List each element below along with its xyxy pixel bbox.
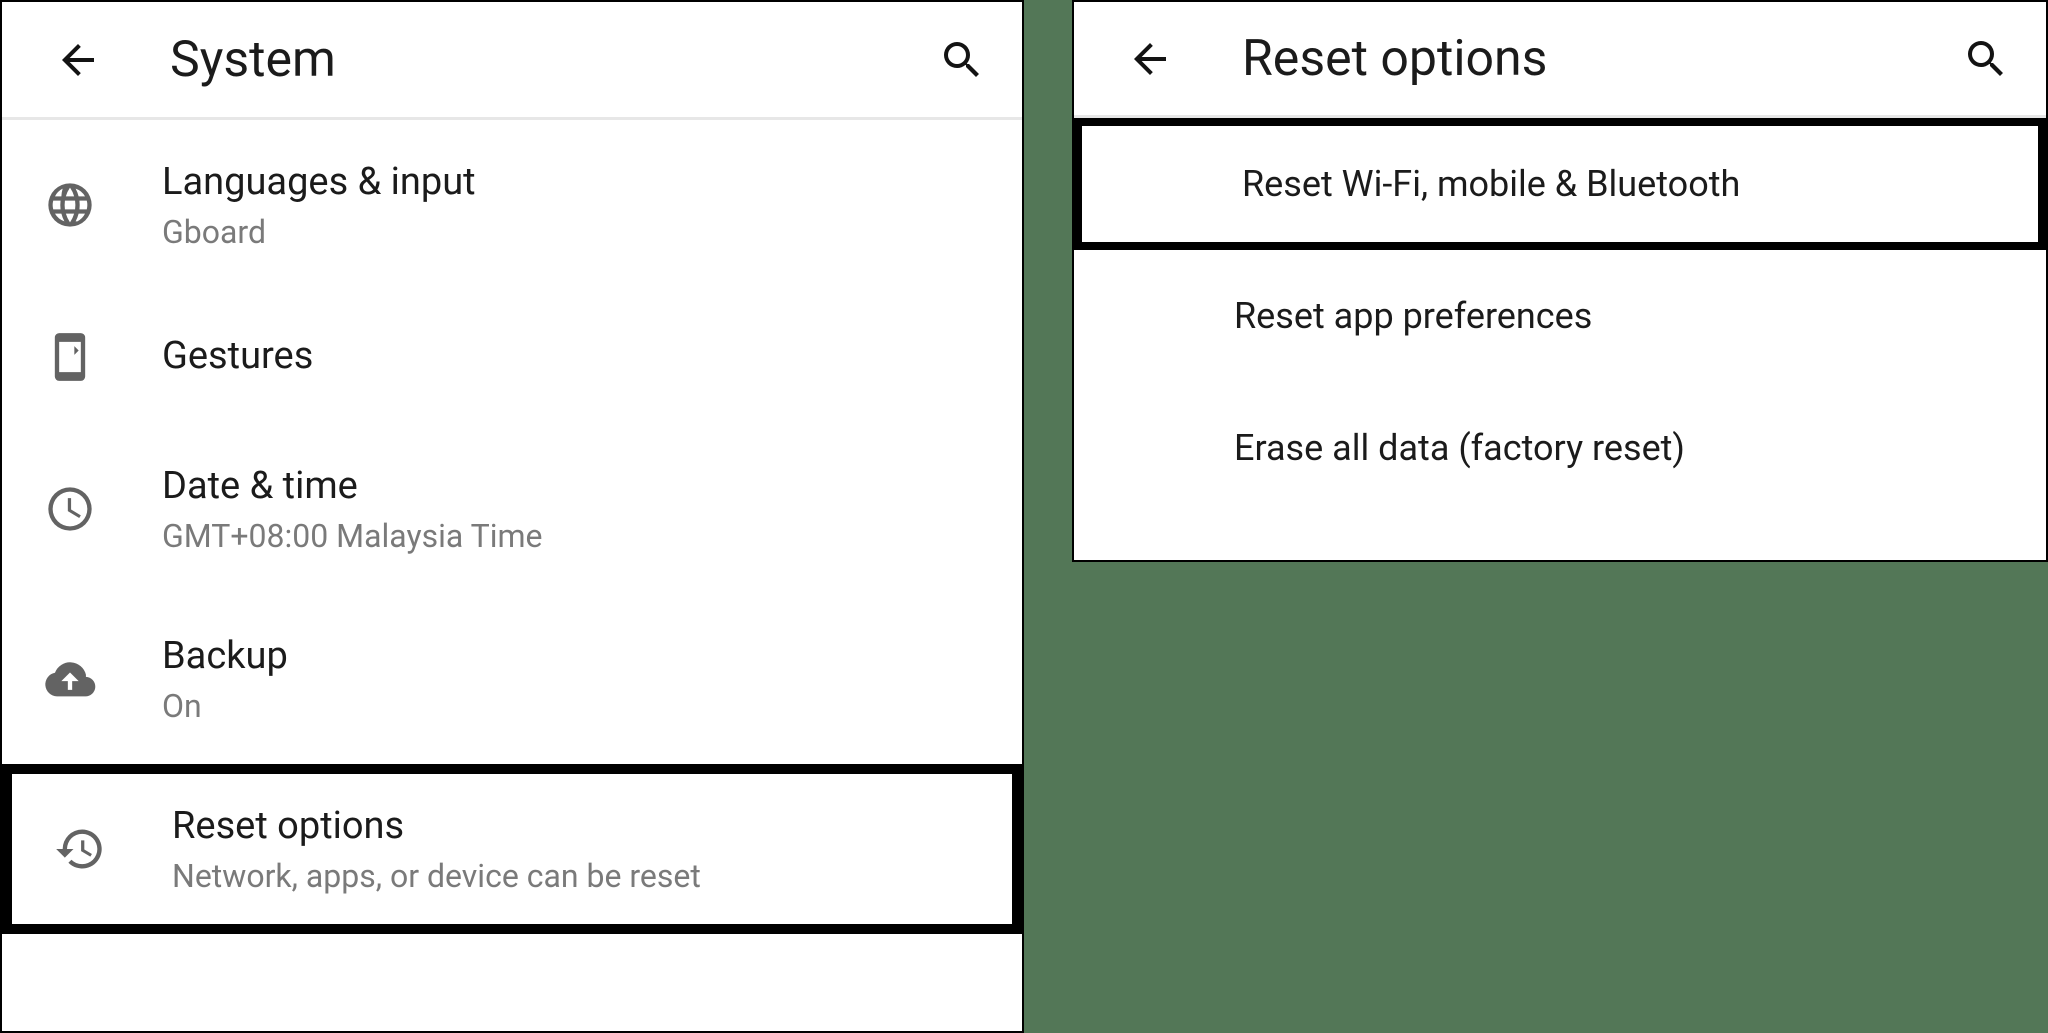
back-button[interactable] — [1114, 23, 1186, 95]
app-bar: Reset options — [1074, 0, 2046, 118]
row-sub: Network, apps, or device can be reset — [172, 857, 701, 895]
page-title: System — [170, 31, 926, 89]
row-backup[interactable]: Backup On — [2, 594, 1022, 764]
row-reset-options[interactable]: Reset options Network, apps, or device c… — [2, 764, 1022, 934]
arrow-back-icon — [1126, 35, 1174, 83]
globe-icon — [42, 177, 98, 233]
row-gestures[interactable]: Gestures — [2, 290, 1022, 424]
row-reset-app-preferences[interactable]: Reset app preferences — [1074, 250, 2046, 382]
row-sub: Gboard — [162, 213, 476, 251]
history-icon — [52, 821, 108, 877]
system-settings-panel: System Languages & input Gboard Gestures… — [0, 0, 1024, 1033]
app-bar: System — [2, 2, 1022, 120]
search-icon — [938, 36, 986, 84]
row-languages-input[interactable]: Languages & input Gboard — [2, 120, 1022, 290]
arrow-back-icon — [54, 36, 102, 84]
row-sub: GMT+08:00 Malaysia Time — [162, 517, 543, 555]
row-label: Reset Wi-Fi, mobile & Bluetooth — [1242, 162, 1740, 207]
search-button[interactable] — [1950, 23, 2022, 95]
row-date-time[interactable]: Date & time GMT+08:00 Malaysia Time — [2, 424, 1022, 594]
cloud-up-icon — [42, 651, 98, 707]
reset-options-panel: Reset options Reset Wi-Fi, mobile & Blue… — [1072, 0, 2048, 562]
row-label: Reset app preferences — [1234, 294, 1592, 339]
row-label: Languages & input — [162, 159, 476, 207]
row-label: Gestures — [162, 333, 313, 381]
search-icon — [1962, 35, 2010, 83]
back-button[interactable] — [42, 24, 114, 96]
row-sub: On — [162, 687, 288, 725]
phone-gesture-icon — [42, 329, 98, 385]
row-label: Backup — [162, 633, 288, 681]
search-button[interactable] — [926, 24, 998, 96]
row-label: Erase all data (factory reset) — [1234, 426, 1685, 471]
page-title: Reset options — [1242, 30, 1950, 88]
row-label: Date & time — [162, 463, 543, 511]
row-reset-network[interactable]: Reset Wi-Fi, mobile & Bluetooth — [1074, 118, 2046, 250]
clock-icon — [42, 481, 98, 537]
row-erase-all-data[interactable]: Erase all data (factory reset) — [1074, 382, 2046, 514]
row-label: Reset options — [172, 803, 701, 851]
